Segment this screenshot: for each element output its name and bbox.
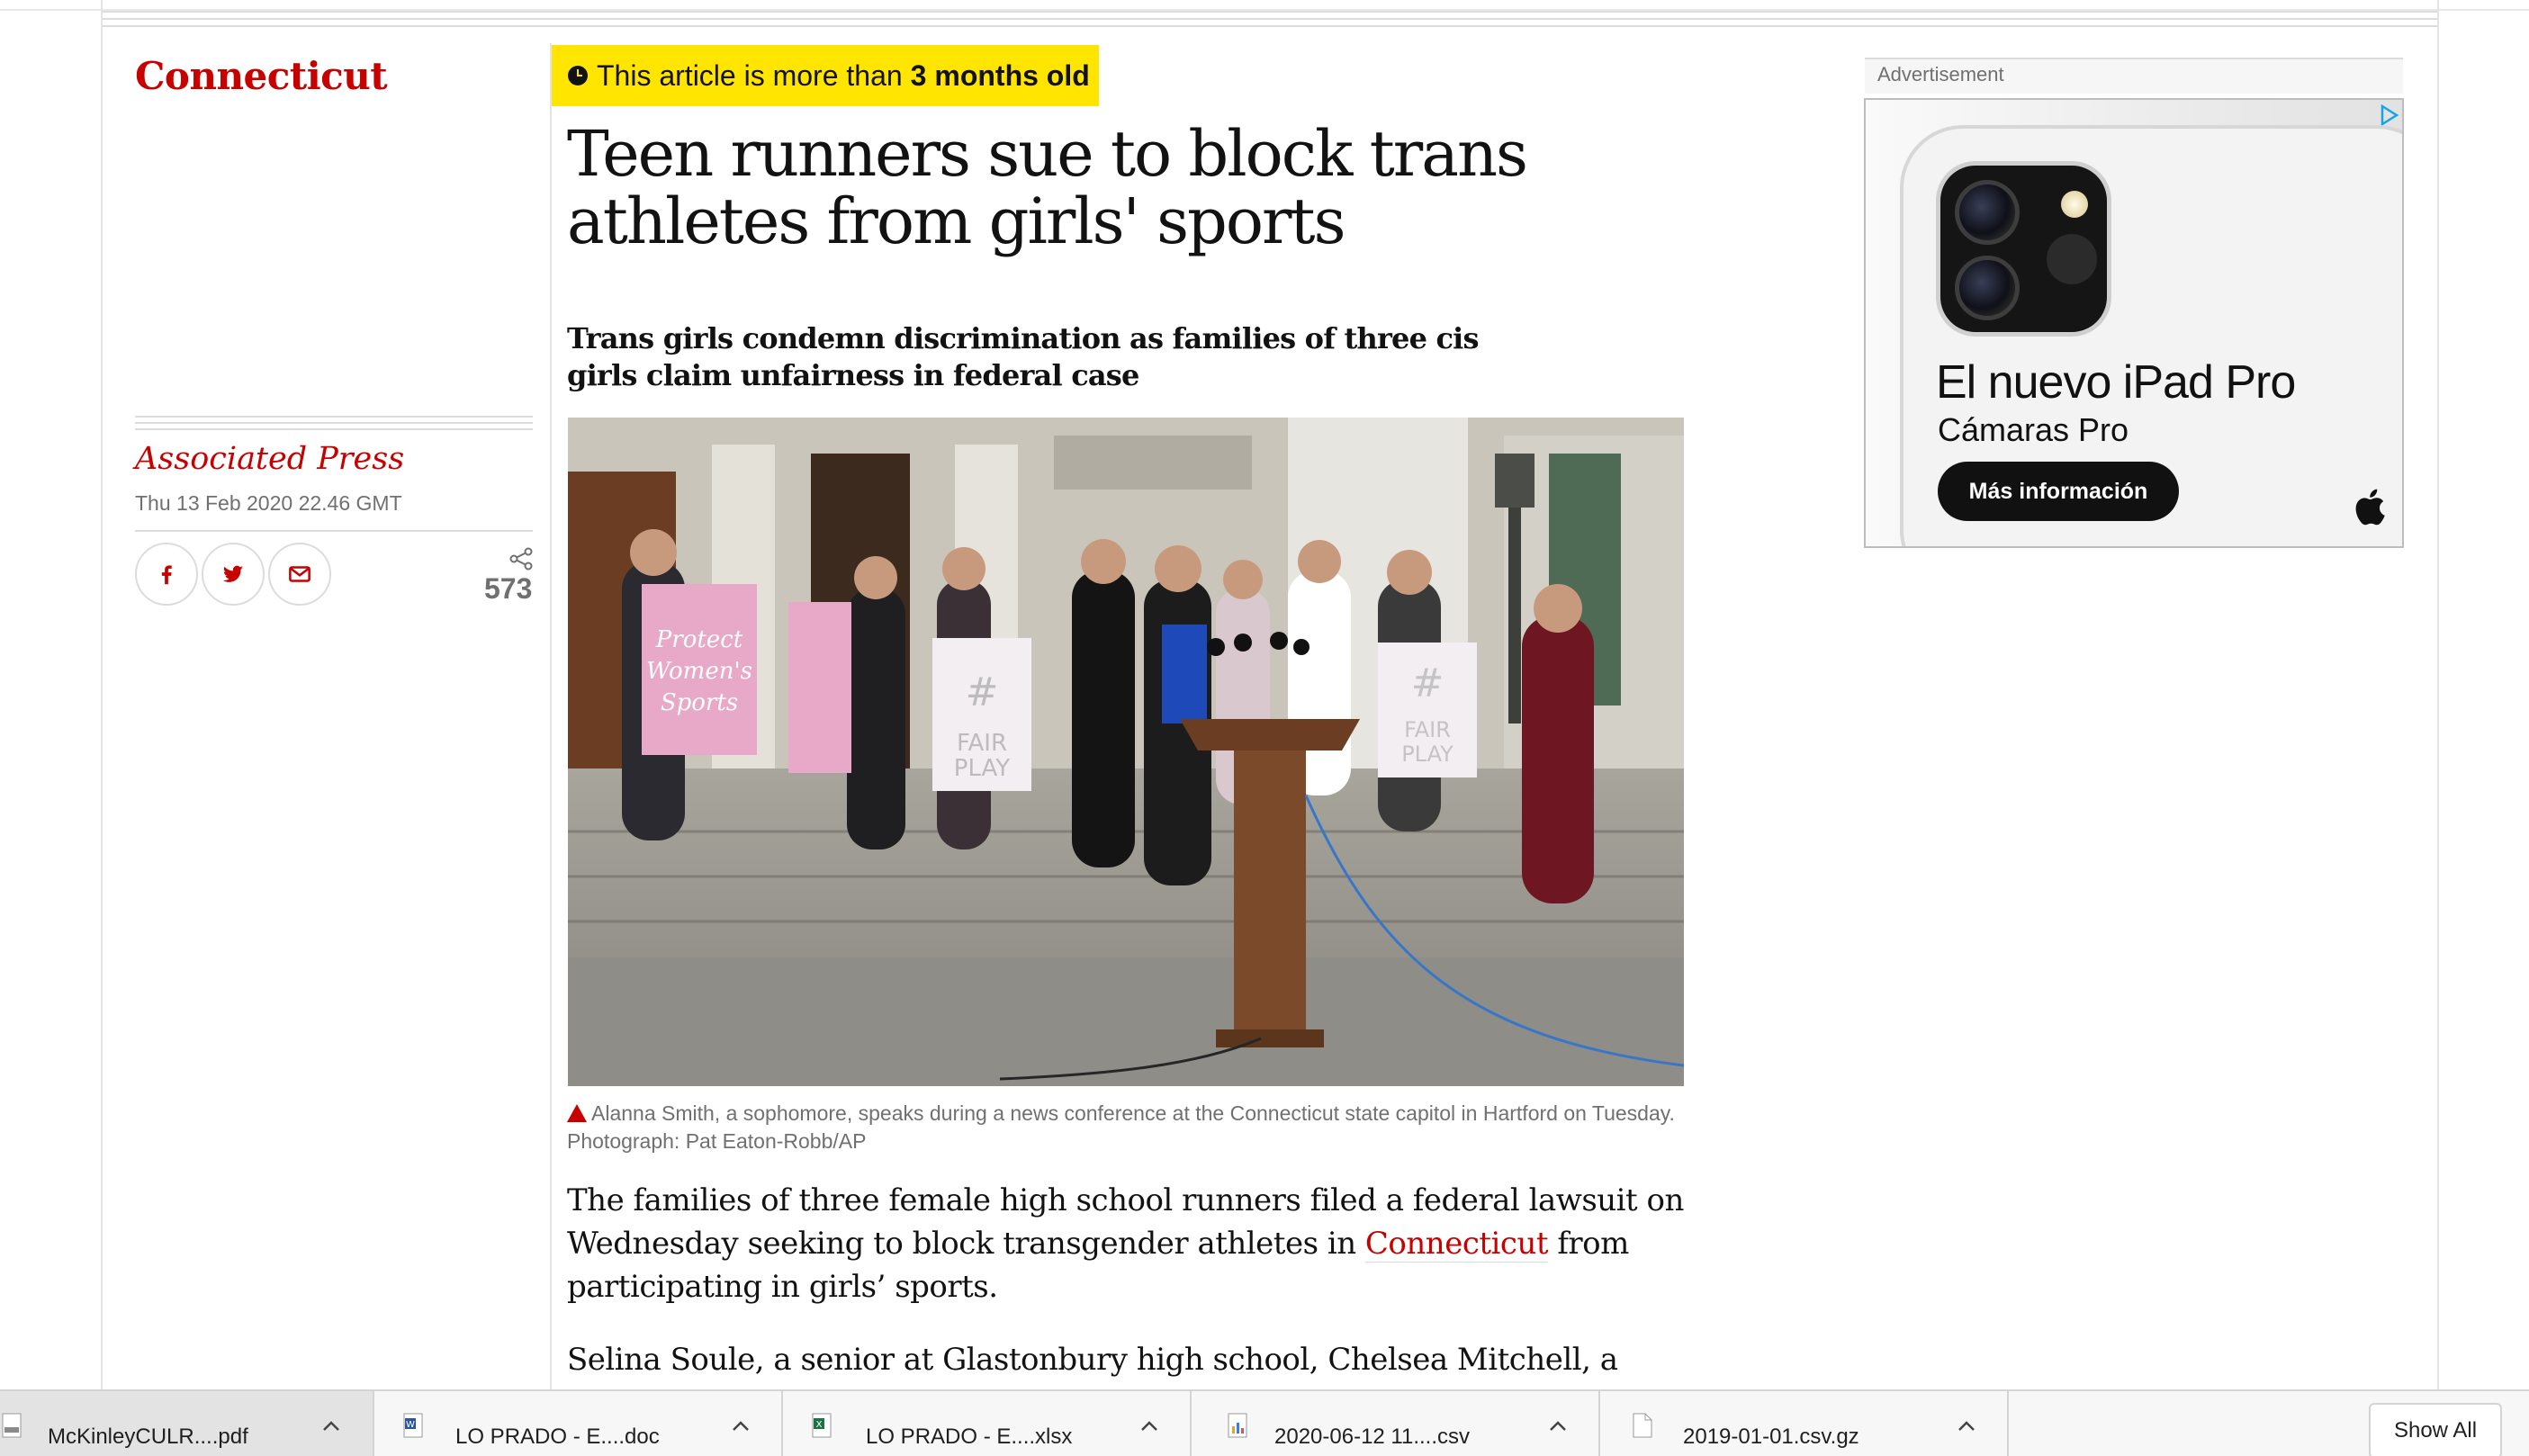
svg-text:Sports: Sports [661, 689, 738, 716]
camera-module-image [1936, 161, 2111, 337]
article-headline: Teen runners sue to block trans athletes… [567, 117, 1528, 258]
svg-text:PLAY: PLAY [1401, 741, 1454, 767]
ad-subtitle: Cámaras Pro [1938, 411, 2129, 448]
svg-text:FAIR: FAIR [1404, 717, 1451, 742]
download-item[interactable]: McKinleyCULR....pdf [0, 1391, 374, 1456]
share-twitter-button[interactable] [202, 543, 265, 606]
twitter-icon [222, 565, 244, 582]
download-filename: LO PRADO - E....doc [455, 1425, 660, 1449]
downloads-bar: McKinleyCULR....pdf W LO PRADO - E....do… [0, 1389, 2529, 1456]
caption-text: Alanna Smith, a sophomore, speaks during… [567, 1101, 1675, 1153]
word-icon: W [403, 1413, 423, 1438]
download-filename: 2020-06-12 11....csv [1274, 1425, 1471, 1449]
file-icon [1633, 1413, 1652, 1438]
csv-icon [1228, 1413, 1247, 1438]
ad-cta-button[interactable]: Más información [1938, 462, 2179, 521]
page-frame-left [101, 0, 103, 1389]
svg-text:W: W [406, 1420, 415, 1430]
meta-rules [135, 416, 533, 435]
article-age-badge: This article is more than 3 months old [552, 45, 1099, 106]
lens-icon [1955, 180, 2020, 245]
chevron-up-icon[interactable] [731, 1420, 751, 1433]
column-divider [550, 43, 552, 1389]
excel-icon: X [812, 1413, 832, 1438]
chevron-up-icon[interactable] [1139, 1420, 1159, 1433]
show-all-button[interactable]: Show All [2369, 1403, 2502, 1456]
download-item[interactable]: 2020-06-12 11....csv [1192, 1391, 1600, 1456]
chevron-up-icon[interactable] [321, 1420, 341, 1433]
apple-logo-icon [2355, 489, 2385, 526]
article-main-photo[interactable]: Protect Women's Sports # FAIR PLAY # FAI… [568, 418, 1684, 1086]
ad-label: Advertisement [1877, 63, 2004, 85]
age-value: 3 months old [910, 58, 1090, 92]
lidar-icon [2047, 234, 2097, 284]
flash-icon [2061, 191, 2088, 218]
pdf-icon [2, 1413, 22, 1438]
section-link[interactable]: Connecticut [135, 54, 388, 98]
ad-title: El nuevo iPad Pro [1936, 356, 2296, 409]
download-item[interactable]: X LO PRADO - E....xlsx [783, 1391, 1192, 1456]
svg-text:X: X [816, 1420, 823, 1430]
photo-caption: Alanna Smith, a sophomore, speaks during… [567, 1100, 1692, 1155]
age-prefix: This article is more than [597, 58, 903, 92]
svg-text:#: # [1411, 661, 1444, 706]
byline-link[interactable]: Associated Press [135, 441, 404, 477]
caption-triangle-icon [567, 1104, 587, 1122]
svg-text:Protect: Protect [655, 626, 743, 653]
svg-text:PLAY: PLAY [954, 755, 1011, 782]
share-count: 573 [484, 572, 533, 605]
svg-text:FAIR: FAIR [957, 730, 1007, 757]
masthead-rules [101, 11, 2439, 43]
download-filename: LO PRADO - E....xlsx [866, 1425, 1073, 1449]
ipad-pro-ad[interactable]: El nuevo iPad Pro Cámaras Pro Más inform… [1864, 98, 2404, 548]
chevron-up-icon[interactable] [1957, 1420, 1976, 1433]
share-email-button[interactable] [268, 543, 331, 606]
body-paragraph-1: The families of three female high school… [567, 1179, 1701, 1308]
download-item[interactable]: W LO PRADO - E....doc [374, 1391, 783, 1456]
article-standfirst: Trans girls condemn discrimination as fa… [567, 321, 1480, 392]
page-frame-right [2437, 0, 2439, 1389]
download-item[interactable]: 2019-01-01.csv.gz [1600, 1391, 2009, 1456]
facebook-icon [161, 565, 172, 585]
press-conference-photo: Protect Women's Sports # FAIR PLAY # FAI… [568, 418, 1684, 1086]
clock-icon [568, 66, 588, 85]
publish-date: Thu 13 Feb 2020 22.46 GMT [135, 491, 402, 515]
lens-icon [1955, 256, 2020, 320]
connecticut-link[interactable]: Connecticut [1364, 1226, 1549, 1263]
share-facebook-button[interactable] [135, 543, 198, 606]
chevron-up-icon[interactable] [1548, 1420, 1568, 1433]
svg-text:#: # [966, 670, 999, 715]
svg-text:Women's: Women's [646, 658, 752, 685]
share-icon [509, 547, 533, 571]
download-filename: McKinleyCULR....pdf [48, 1425, 248, 1449]
meta-divider [135, 530, 533, 532]
email-icon [289, 566, 310, 582]
download-filename: 2019-01-01.csv.gz [1683, 1425, 1859, 1449]
